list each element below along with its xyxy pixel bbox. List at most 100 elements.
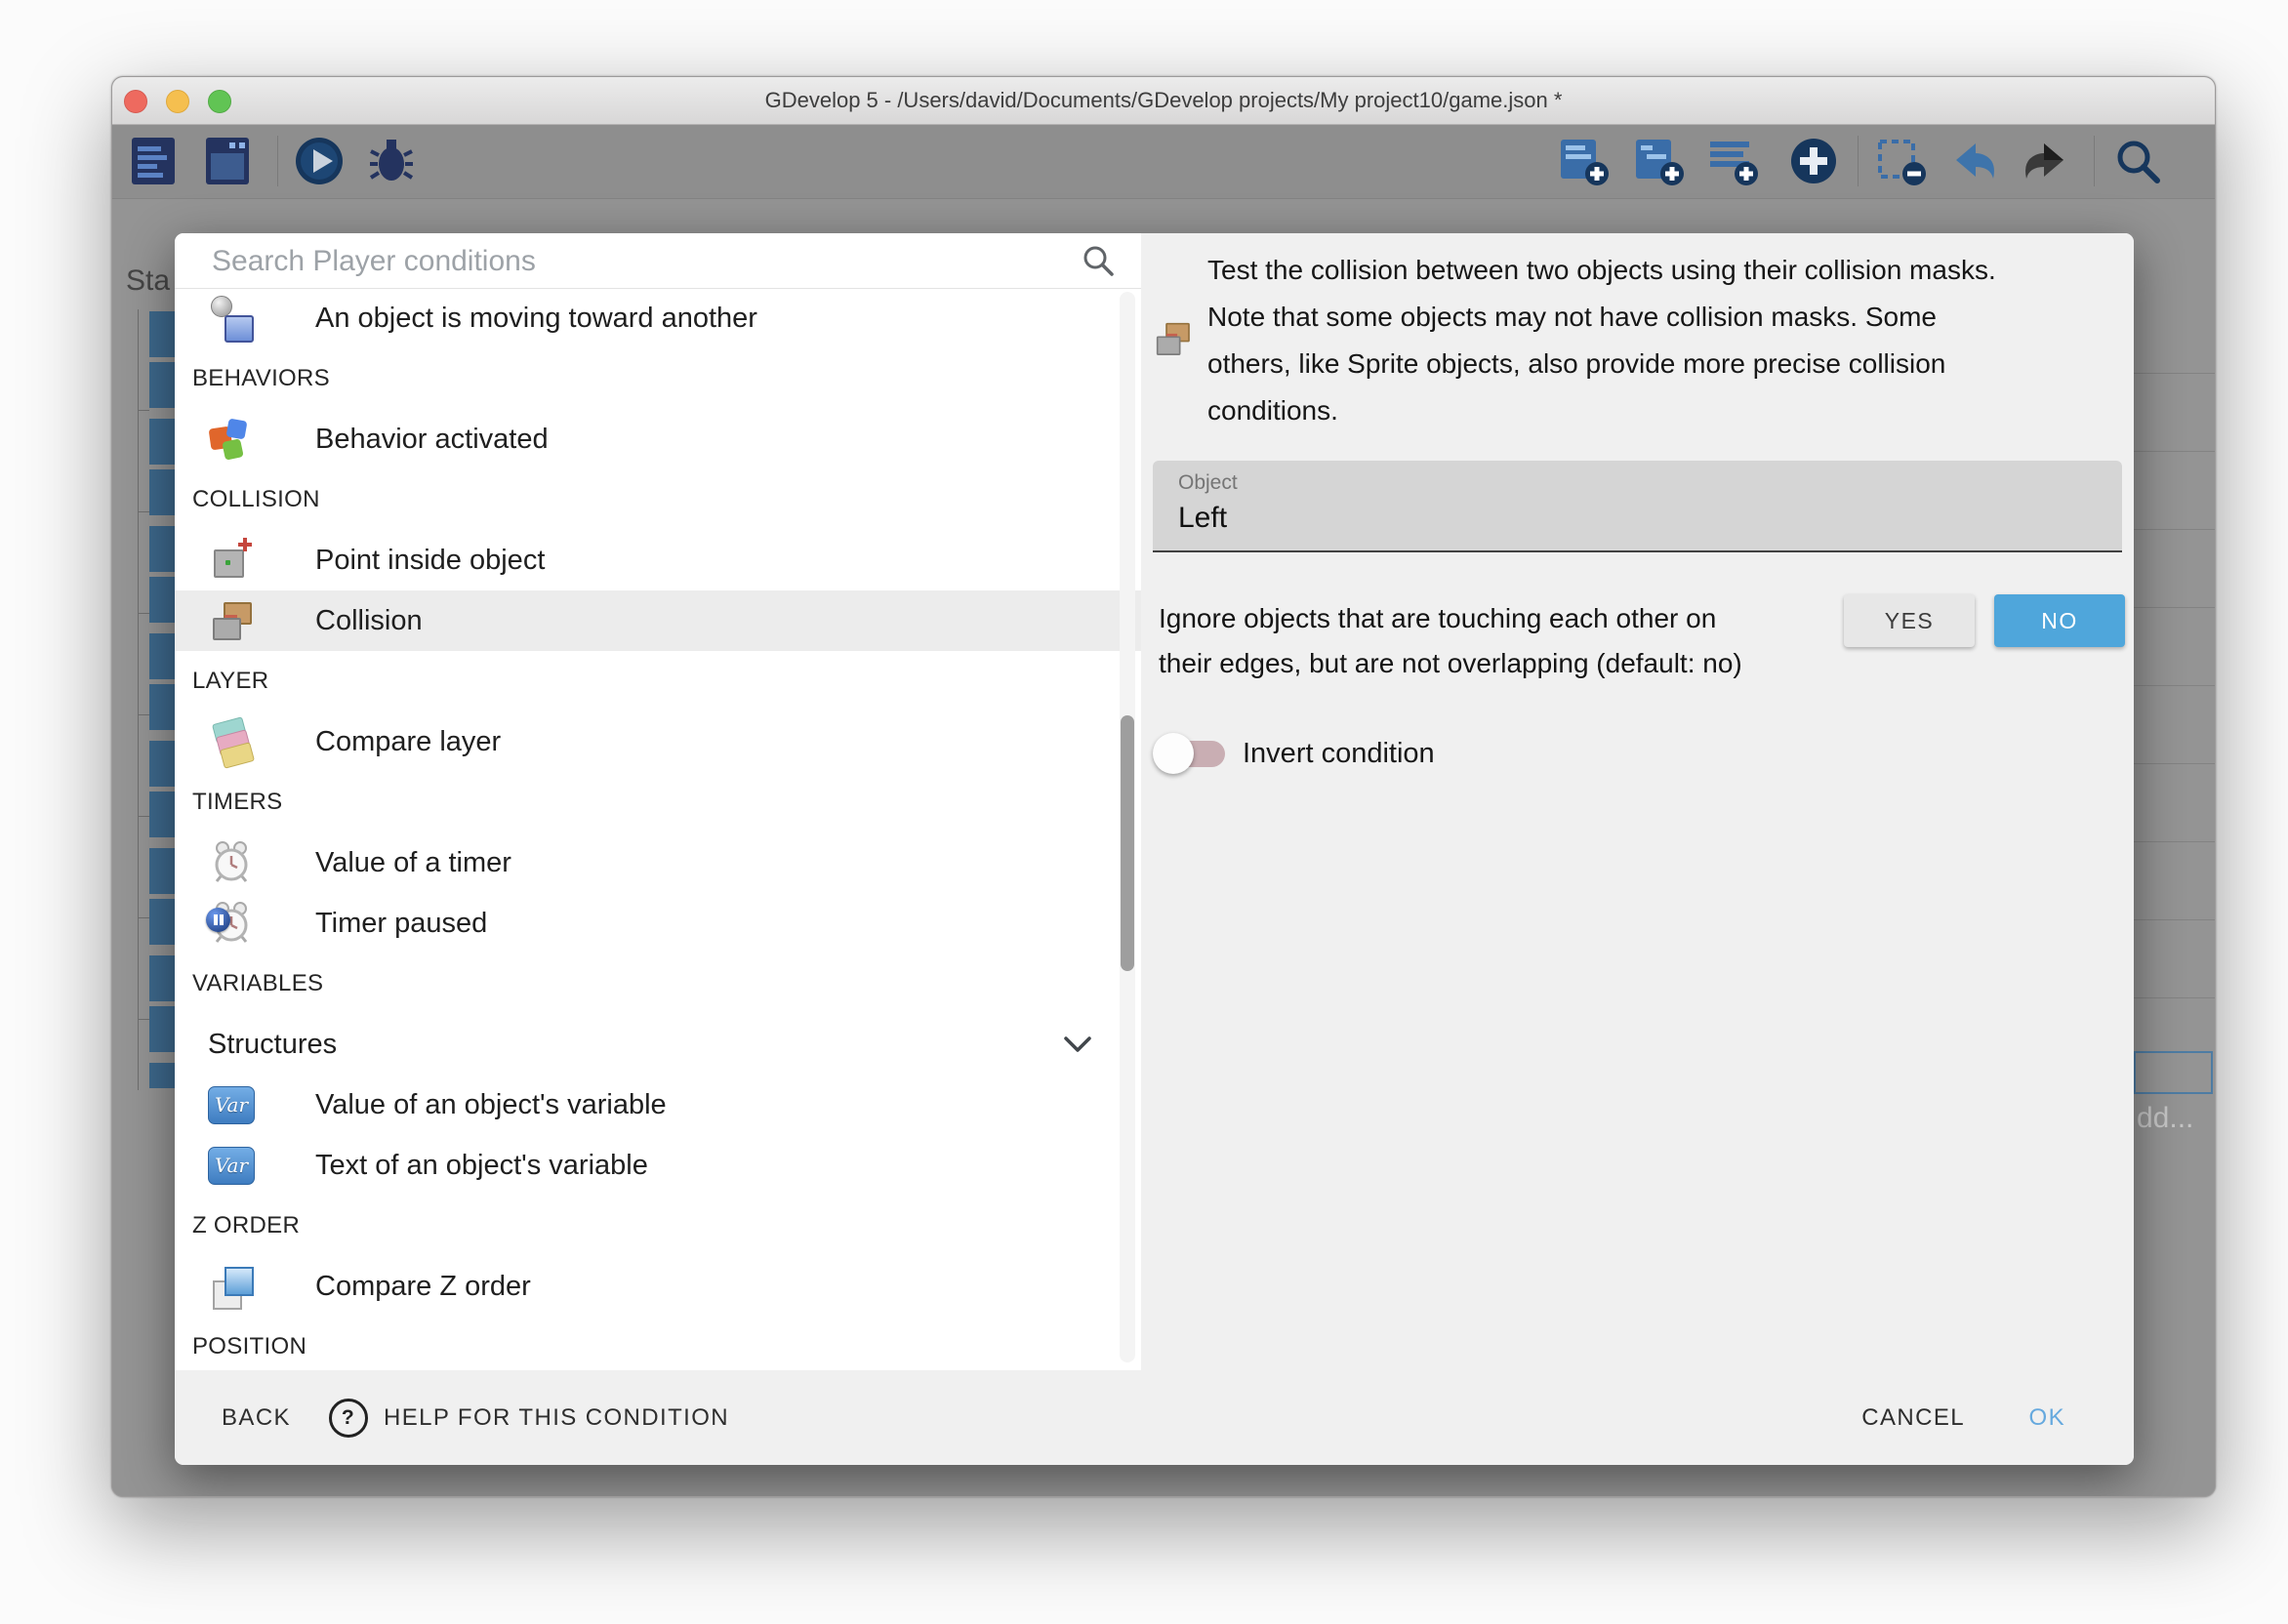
search-icon — [1081, 243, 1116, 278]
list-item-label: Behavior activated — [315, 424, 549, 456]
point-inside-icon — [208, 537, 255, 584]
behavior-icon — [208, 416, 255, 463]
add-subevent-icon[interactable] — [1632, 134, 1687, 188]
back-button[interactable]: BACK — [222, 1370, 291, 1465]
list-item-moving-toward[interactable]: An object is moving toward another — [175, 288, 1141, 348]
add-circle-icon[interactable] — [1786, 134, 1841, 188]
list-scrollbar[interactable] — [1120, 292, 1135, 1362]
list-item-collision-selected[interactable]: Collision — [175, 590, 1141, 651]
list-item-value-of-object-variable[interactable]: Var Value of an object's variable — [175, 1075, 1141, 1135]
remove-selection-icon[interactable] — [1874, 134, 1929, 188]
list-item-value-of-timer[interactable]: Value of a timer — [175, 832, 1141, 893]
invert-condition-toggle[interactable] — [1153, 732, 1229, 775]
list-item-label: Structures — [208, 1029, 337, 1061]
conditions-panel: An object is moving toward another BEHAV… — [175, 233, 1141, 1370]
layers-icon — [208, 718, 255, 765]
list-item-label: Value of an object's variable — [315, 1089, 667, 1121]
condition-detail-panel: Test the collision between two objects u… — [1141, 233, 2134, 1370]
moving-toward-icon — [208, 295, 255, 342]
background-rows — [2134, 296, 2215, 1067]
list-section-header-timers: TIMERS — [175, 772, 1141, 832]
list-section-header-behaviors: BEHAVIORS — [175, 348, 1141, 409]
events-sheet-icon[interactable] — [126, 134, 181, 188]
variable-icon: Var — [208, 1147, 255, 1185]
search-input[interactable] — [210, 239, 1053, 284]
description-line: conditions. — [1207, 387, 1996, 434]
description-line: Note that some objects may not have coll… — [1207, 294, 1996, 341]
object-field-label: Object — [1178, 471, 1238, 495]
help-button[interactable]: ? HELP FOR THIS CONDITION — [329, 1370, 729, 1465]
list-item-label: Value of a timer — [315, 847, 511, 879]
background-tab-label: Sta — [126, 264, 170, 298]
list-section-header-position: POSITION — [175, 1317, 1141, 1370]
add-comment-icon[interactable] — [1706, 134, 1761, 188]
list-section-header-z-order: Z ORDER — [175, 1196, 1141, 1256]
no-button[interactable]: NO — [1994, 594, 2125, 647]
ignore-edges-row: Ignore objects that are touching each ot… — [1153, 592, 2122, 700]
scene-editor-icon[interactable] — [200, 134, 255, 188]
list-item-timer-paused[interactable]: Timer paused — [175, 893, 1141, 954]
add-event-icon[interactable] — [1557, 134, 1612, 188]
ignore-edges-label: Ignore objects that are touching each ot… — [1159, 596, 1742, 686]
list-item-label: Compare layer — [315, 726, 501, 758]
description-line: Test the collision between two objects u… — [1207, 247, 1996, 294]
play-icon[interactable] — [292, 134, 347, 188]
list-item-text-of-object-variable[interactable]: Var Text of an object's variable — [175, 1135, 1141, 1196]
list-item-label: Collision — [315, 605, 423, 637]
timer-paused-icon — [208, 900, 255, 947]
collision-icon — [208, 597, 255, 644]
gdevelop-window: Sta dd... An object is moving tow — [111, 76, 2216, 1497]
list-item-point-inside-object[interactable]: Point inside object — [175, 530, 1141, 590]
minimize-window-button[interactable] — [166, 90, 189, 113]
list-item-label: Text of an object's variable — [315, 1150, 648, 1182]
help-icon: ? — [329, 1399, 368, 1438]
list-item-compare-z-order[interactable]: Compare Z order — [175, 1256, 1141, 1317]
list-item-behavior-activated[interactable]: Behavior activated — [175, 409, 1141, 469]
dialog-footer: BACK ? HELP FOR THIS CONDITION CANCEL OK — [175, 1370, 2134, 1465]
conditions-list: An object is moving toward another BEHAV… — [175, 288, 1141, 1370]
undo-icon[interactable] — [1946, 134, 2001, 188]
background-add-field — [2134, 1051, 2213, 1094]
app-content: Sta dd... An object is moving tow — [112, 124, 2215, 1496]
list-section-header-variables: VARIABLES — [175, 954, 1141, 1014]
toolbar-divider — [2094, 136, 2095, 186]
invert-condition-label: Invert condition — [1243, 738, 1435, 770]
ok-button[interactable]: OK — [2029, 1370, 2065, 1465]
toolbar-divider — [277, 136, 278, 186]
toggle-thumb[interactable] — [1153, 733, 1194, 774]
window-title: GDevelop 5 - /Users/david/Documents/GDev… — [249, 77, 2078, 124]
list-item-label: An object is moving toward another — [315, 303, 757, 335]
object-field[interactable]: Object Left — [1153, 461, 2122, 552]
list-section-header-layer: LAYER — [175, 651, 1141, 711]
debug-icon[interactable] — [364, 134, 419, 188]
toolbar-divider — [1858, 136, 1859, 186]
main-toolbar — [112, 124, 2215, 199]
variable-icon: Var — [208, 1086, 255, 1124]
list-item-structures-accordion[interactable]: Structures — [175, 1014, 1141, 1075]
timer-icon — [208, 839, 255, 886]
list-section-header-collision: COLLISION — [175, 469, 1141, 530]
search-bar — [175, 233, 1141, 289]
redo-icon[interactable] — [2019, 134, 2073, 188]
close-window-button[interactable] — [124, 90, 147, 113]
chevron-down-icon — [1063, 1035, 1092, 1058]
description-line: others, like Sprite objects, also provid… — [1207, 341, 1996, 387]
list-item-label: Timer paused — [315, 908, 487, 940]
invert-condition-row: Invert condition — [1153, 726, 1435, 781]
condition-description: Test the collision between two objects u… — [1207, 247, 1996, 434]
instruction-editor-dialog: An object is moving toward another BEHAV… — [175, 233, 2134, 1465]
collision-icon — [1153, 319, 1193, 359]
search-icon[interactable] — [2110, 134, 2165, 188]
yes-button[interactable]: YES — [1844, 594, 1975, 647]
cancel-button[interactable]: CANCEL — [1861, 1370, 1965, 1465]
window-titlebar: GDevelop 5 - /Users/david/Documents/GDev… — [112, 77, 2215, 125]
list-item-label: Point inside object — [315, 545, 545, 577]
object-field-value: Left — [1178, 502, 1227, 535]
list-item-label: Compare Z order — [315, 1271, 531, 1303]
zoom-window-button[interactable] — [208, 90, 231, 113]
pause-icon — [206, 908, 230, 932]
background-event-blocks — [149, 311, 175, 1088]
background-add-label: dd... — [2137, 1102, 2193, 1135]
list-item-compare-layer[interactable]: Compare layer — [175, 711, 1141, 772]
scrollbar-thumb[interactable] — [1121, 715, 1134, 971]
